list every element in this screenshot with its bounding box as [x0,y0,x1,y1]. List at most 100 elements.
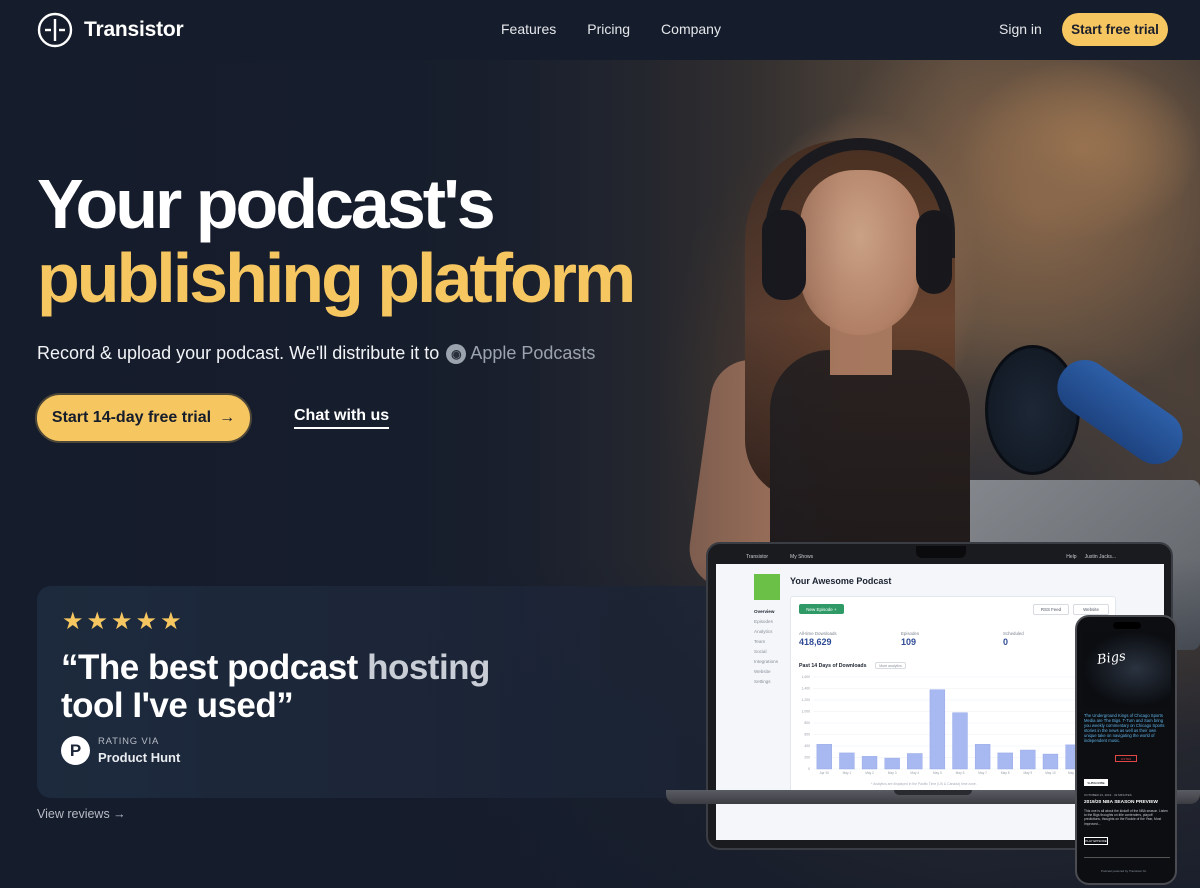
distribution-target: ◉ Apple Podcasts [446,343,595,364]
chart-bar [907,753,923,770]
chart-bar [952,712,968,770]
y-tick-label: 600 [804,733,810,737]
five-star-rating: ★ ★ ★ ★ ★ [62,610,182,634]
chart-bar [884,757,900,770]
stat-scheduled: Scheduled 0 [1003,631,1024,647]
distribution-target-label: Apple Podcasts [470,343,596,363]
phone-episode-title: 2019/20 NBA SEASON PREVIEW [1084,800,1158,805]
nav-link-company[interactable]: Company [661,21,721,37]
y-tick-label: 1,400 [802,687,811,691]
star-icon: ★ [62,608,84,635]
sign-in-link[interactable]: Sign in [999,21,1042,37]
start-free-trial-button[interactable]: Start free trial [1062,13,1168,46]
chart-bar [997,752,1013,770]
hero-subtitle-text: Record & upload your podcast. We'll dist… [37,343,440,363]
phone-credit: Podcast powered by Transistor.fm [1101,869,1147,873]
chart-bar [929,689,946,770]
star-icon: ★ [111,608,133,635]
x-tick-label: May 2 [865,771,874,775]
brand-name: Transistor [84,18,184,41]
y-tick-label: 200 [804,756,810,760]
product-hunt-label: Product Hunt [98,750,181,765]
sidebar-item-social: Social [754,649,767,654]
review-card: ★ ★ ★ ★ ★ “The best podcast hosting tool… [37,586,717,798]
product-hunt-badge[interactable]: P RATING VIA Product Hunt [61,736,180,765]
stat-episodes: Episodes 109 [901,631,920,647]
nav-link-pricing[interactable]: Pricing [587,21,630,37]
chart-bar [1042,753,1059,770]
nav-link-features[interactable]: Features [501,21,556,37]
start-14-day-trial-button[interactable]: Start 14-day free trial → [37,395,250,441]
star-icon: ★ [135,608,158,635]
phone-listen-button: LISTEN [1115,755,1137,762]
y-tick-label: 1,200 [802,698,811,702]
help-link: Help [1066,554,1077,560]
hero-title-line2: publishing platform [37,239,636,317]
y-tick-label: 1,600 [802,675,811,679]
x-tick-label: Apr 30 [820,771,830,775]
nav-links: Features Pricing Company [501,21,721,37]
my-shows-link: My Shows [790,554,814,560]
dashboard-sidebar: Overview Episodes Analytics Team Social … [754,609,778,684]
y-tick-label: 1,000 [802,710,811,714]
hero-title-line1: Your podcast's [37,165,496,243]
chart-bar [839,752,855,770]
sidebar-item-team: Team [754,639,766,644]
arrow-right-icon: → [219,409,236,426]
transistor-logo-icon [37,12,73,48]
phone-mockup: Bigs The Underground Kings of Chicago Sp… [1075,615,1177,885]
rss-feed-button: RSS Feed [1033,604,1069,615]
review-quote: “The best podcast hosting tool I've used… [61,648,490,725]
chart-bar [861,756,878,770]
sidebar-item-integrations: Integrations [754,659,779,664]
sidebar-item-settings: Settings [754,679,771,684]
chart-range-select: More analytics [875,662,906,669]
x-tick-label: May 4 [910,771,919,775]
x-tick-label: May 8 [1001,771,1010,775]
phone-play-button: PLAY EPISODE [1084,837,1108,845]
new-episode-button: New Episode + [799,604,844,614]
sidebar-item-website: Website [754,669,771,674]
x-tick-label: May 10 [1045,771,1056,775]
podcast-title: Your Awesome Podcast [790,576,892,586]
phone-subscribe-button: SUBSCRIBE [1084,779,1108,786]
top-nav: Transistor Features Pricing Company Sign… [0,0,1200,60]
x-tick-label: May 3 [888,771,897,775]
star-icon: ★ [86,608,109,635]
website-button: Website [1073,604,1109,615]
chart-bar [816,744,832,770]
dashboard-main: New Episode + RSS Feed Website All-time … [790,596,1116,793]
y-tick-label: 400 [804,744,810,748]
x-tick-label: May 1 [843,771,852,775]
podcast-cover [754,574,780,600]
apple-podcasts-icon: ◉ [446,343,467,364]
dashboard-brand: Transistor [746,554,769,560]
x-tick-label: May 6 [956,771,965,775]
chat-with-us-link[interactable]: Chat with us [294,407,390,429]
downloads-bar-chart: 0 200 400 600 800 1,000 1,200 1,400 1,600 Apr 30 M… [802,675,1107,775]
product-hunt-icon: P [61,736,90,765]
x-tick-label: May 9 [1024,771,1033,775]
sidebar-item-analytics: Analytics [754,629,773,634]
sidebar-item-overview: Overview [754,609,775,614]
chart-bar [1020,749,1036,770]
hero-title: Your podcast's publishing platform [37,165,636,317]
hero-subtitle: Record & upload your podcast. We'll dist… [37,343,595,364]
podcast-artwork: Bigs [1083,631,1171,707]
phone-headline: The Underground Kings of Chicago Sports … [1084,713,1165,743]
brand-logo[interactable]: Transistor [37,12,184,48]
phone-player-bar [1084,857,1170,858]
x-tick-label: May 7 [978,771,987,775]
chart-title: Past 14 Days of Downloads [799,663,867,669]
y-tick-label: 800 [804,721,810,725]
sidebar-item-episodes: Episodes [754,619,773,624]
stat-all-time-downloads: All-time Downloads 418,629 [799,631,837,647]
rating-via-label: RATING VIA [98,736,160,747]
star-icon: ★ [160,608,182,635]
user-menu: Justin Jacks... [1084,554,1116,560]
chart-bar [974,744,991,770]
phone-episode-description: This one is all about the kickoff of the… [1084,809,1168,826]
y-tick-label: 0 [808,767,810,771]
x-tick-label: May 5 [933,771,942,775]
view-reviews-link[interactable]: View reviews → [37,807,126,821]
